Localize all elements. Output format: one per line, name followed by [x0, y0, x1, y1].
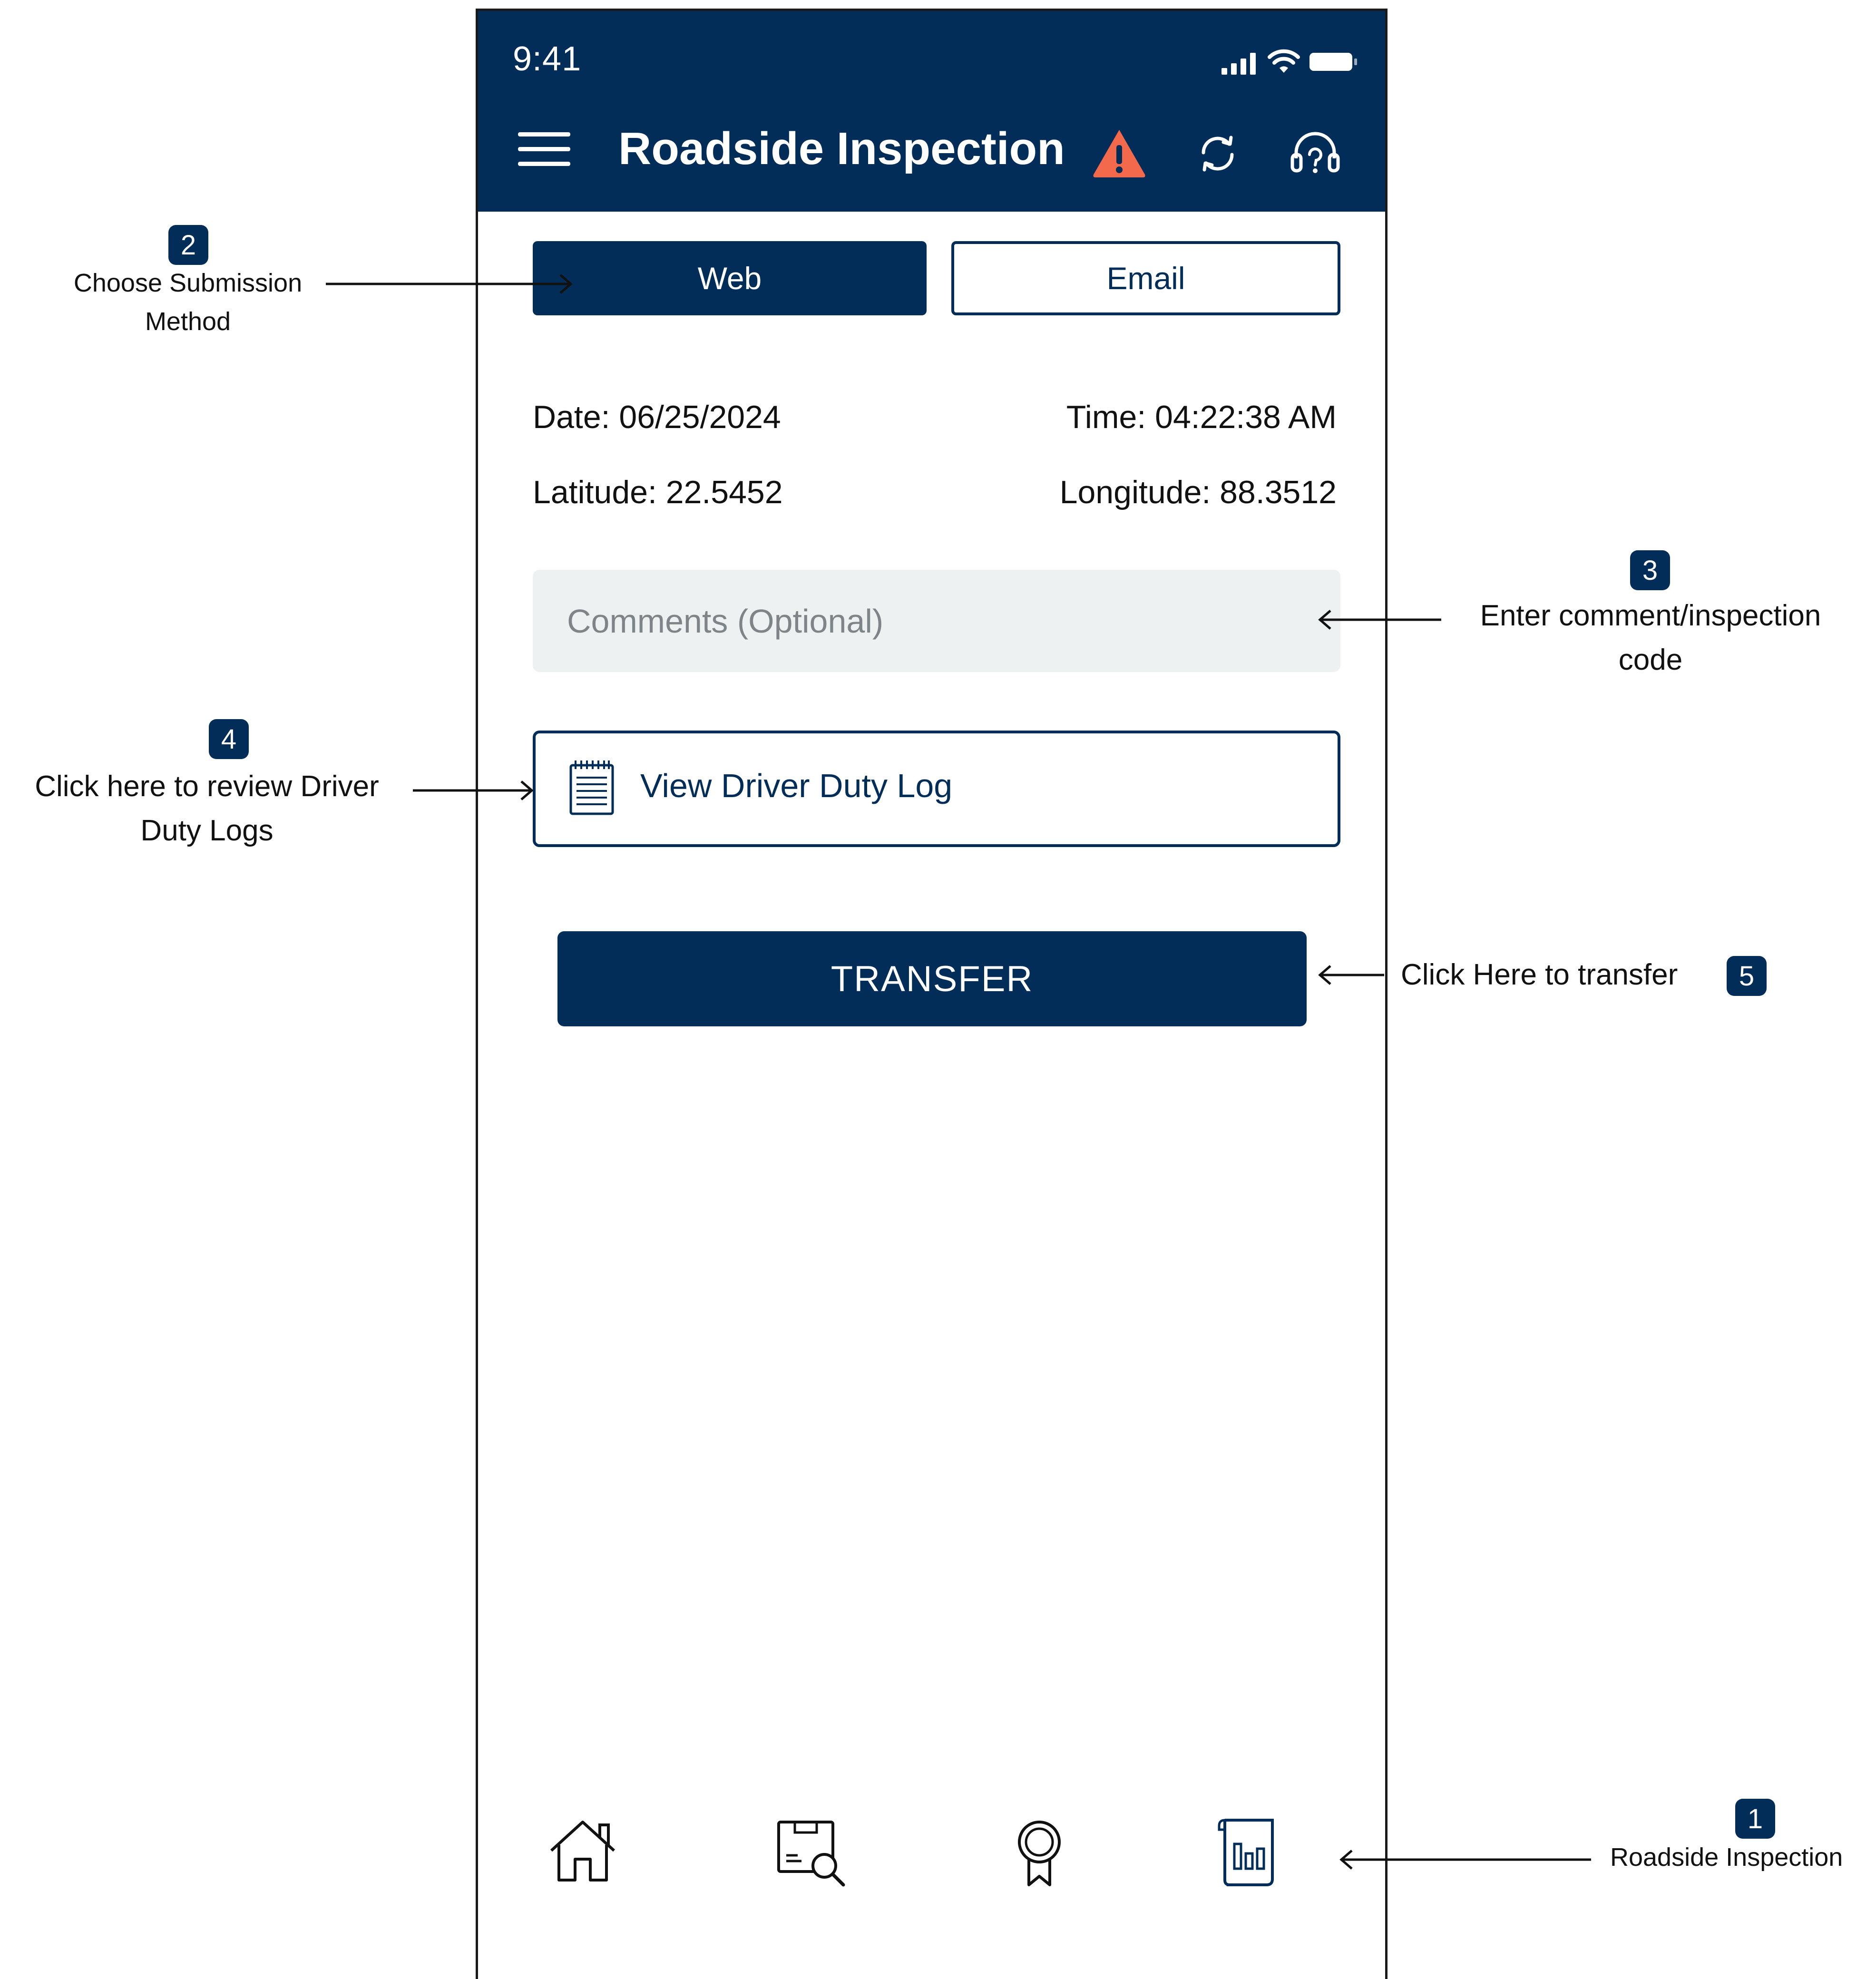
signal-icon: [1221, 53, 1256, 75]
view-duty-log-button[interactable]: View Driver Duty Log: [533, 731, 1340, 847]
date-value: Date: 06/25/2024: [533, 399, 781, 435]
page-title: Roadside Inspection: [618, 123, 1065, 174]
award-icon[interactable]: [1001, 1813, 1077, 1890]
annotation-text-1: Roadside Inspection: [1610, 1843, 1843, 1872]
annotation-text-3: Enter comment/inspection code: [1432, 594, 1869, 682]
annotation-text-4: Click here to review Driver Duty Logs: [10, 764, 404, 853]
longitude-value: Longitude: 88.3512: [1059, 474, 1337, 510]
status-time: 9:41: [513, 40, 582, 78]
annotation-badge-4: 4: [209, 719, 249, 759]
sync-icon[interactable]: [1189, 125, 1246, 182]
annotation-badge-1: 1: [1735, 1799, 1775, 1839]
wifi-icon: [1268, 49, 1300, 73]
time-value: Time: 04:22:38 AM: [1066, 399, 1337, 435]
warning-icon[interactable]: [1091, 125, 1148, 182]
report-scroll-icon[interactable]: [1211, 1813, 1287, 1890]
tab-web[interactable]: Web: [533, 241, 927, 315]
annotation-2-line2: Method: [145, 307, 231, 336]
annotation-4-line2: Duty Logs: [140, 814, 274, 847]
annotation-badge-3: 3: [1630, 550, 1670, 590]
phone-frame: 9:41 Roadside Inspection Web Email Date:…: [476, 9, 1387, 1979]
annotation-badge-5: 5: [1727, 956, 1767, 996]
annotation-2-line1: Choose Submission: [73, 269, 303, 297]
home-icon[interactable]: [545, 1813, 621, 1890]
document-icon: [569, 760, 614, 815]
annotation-text-5: Click Here to transfer: [1401, 958, 1678, 991]
annotation-4-line1: Click here to review Driver: [35, 770, 379, 803]
annotation-text-2: Choose Submission Method: [45, 264, 331, 341]
comments-input[interactable]: [533, 570, 1340, 672]
duty-log-label: View Driver Duty Log: [640, 767, 953, 804]
annotation-badge-2: 2: [168, 225, 208, 265]
tab-email[interactable]: Email: [951, 241, 1340, 315]
latitude-value: Latitude: 22.5452: [533, 474, 783, 510]
annotation-3-line1: Enter comment/inspection: [1480, 599, 1821, 632]
headset-icon[interactable]: [1287, 125, 1344, 182]
menu-icon[interactable]: [518, 132, 570, 166]
document-search-icon[interactable]: [773, 1813, 849, 1890]
status-icons: [1221, 48, 1358, 77]
battery-icon: [1309, 53, 1357, 71]
annotation-3-line2: code: [1618, 643, 1683, 676]
transfer-button[interactable]: TRANSFER: [557, 931, 1307, 1026]
screenshot-canvas: 9:41 Roadside Inspection Web Email Date:…: [0, 0, 1876, 1979]
app-header: 9:41 Roadside Inspection: [478, 11, 1385, 212]
